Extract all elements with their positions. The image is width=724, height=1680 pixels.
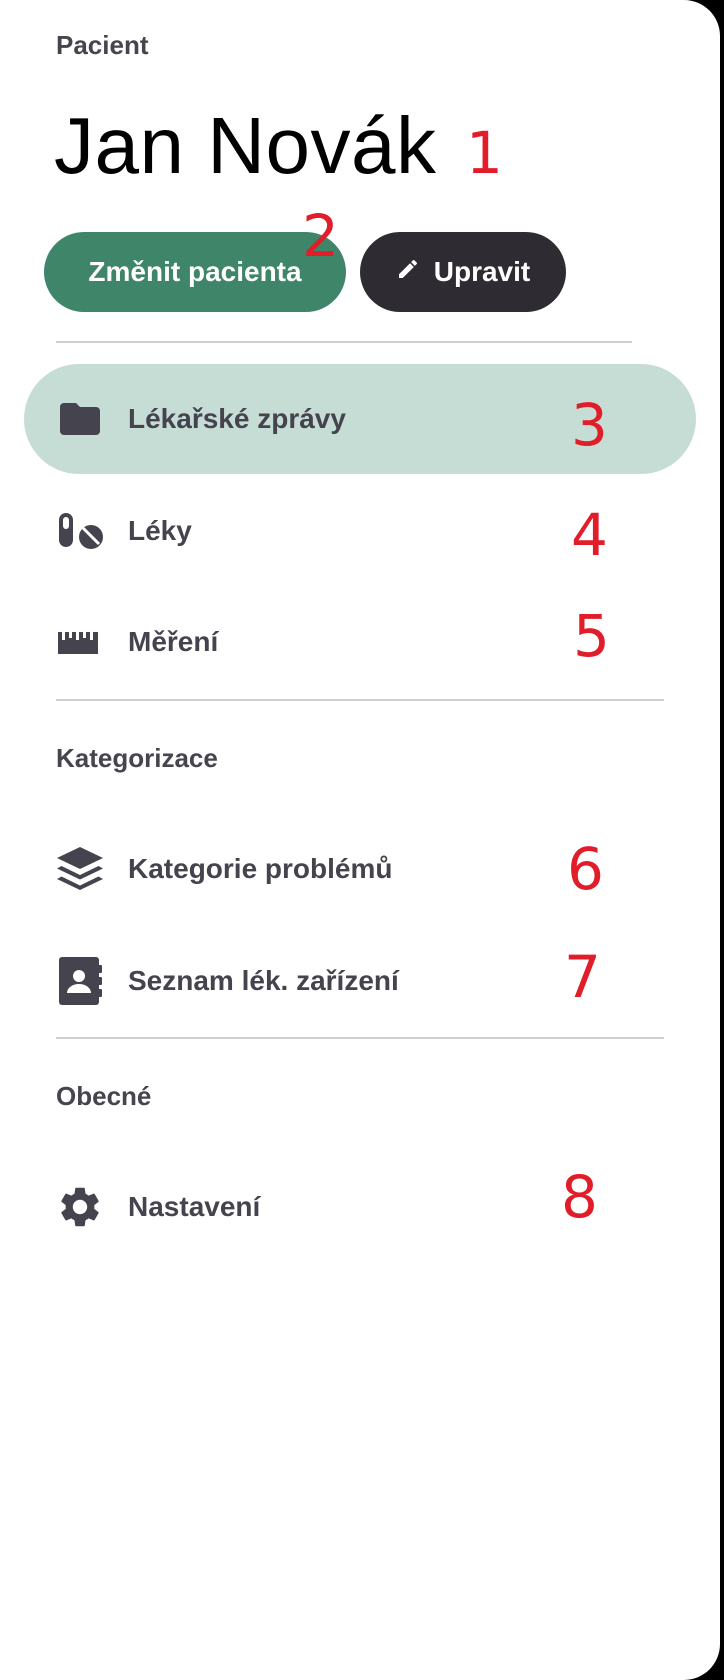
annotation-marker-8: 8 xyxy=(561,1163,598,1231)
pills-icon xyxy=(56,507,104,555)
nav-item-label: Léky xyxy=(128,515,192,546)
pencil-icon xyxy=(396,256,420,288)
divider xyxy=(56,341,632,343)
divider xyxy=(56,1037,664,1039)
layers-icon xyxy=(56,845,104,893)
annotation-marker-5: 5 xyxy=(573,602,610,670)
section-label-patient: Pacient xyxy=(56,30,149,60)
patient-name: Jan Novák xyxy=(54,101,437,190)
gear-icon xyxy=(56,1183,104,1231)
nav-item-label: Měření xyxy=(128,626,219,657)
navigation-drawer: Pacient Jan Novák Změnit pacienta Upravi… xyxy=(0,0,720,1680)
folder-icon xyxy=(56,395,104,443)
divider xyxy=(56,699,664,701)
annotation-marker-1: 1 xyxy=(466,119,503,187)
nav-item-label: Kategorie problémů xyxy=(128,853,393,884)
nav-item-label: Seznam lék. zařízení xyxy=(128,965,399,996)
ruler-icon xyxy=(56,618,104,666)
change-patient-label: Změnit pacienta xyxy=(88,256,302,287)
nav-item-label: Nastavení xyxy=(128,1191,261,1222)
section-label-general: Obecné xyxy=(56,1081,152,1111)
annotation-marker-7: 7 xyxy=(564,943,601,1011)
change-patient-button[interactable]: Změnit pacienta xyxy=(44,232,346,312)
contact-book-icon xyxy=(56,957,104,1005)
edit-label: Upravit xyxy=(433,256,531,287)
nav-item-label: Lékařské zprávy xyxy=(128,403,346,434)
annotation-marker-4: 4 xyxy=(571,501,608,569)
annotation-marker-3: 3 xyxy=(571,391,608,459)
annotation-marker-2: 2 xyxy=(302,202,339,270)
annotation-marker-6: 6 xyxy=(567,835,604,903)
section-label-categorization: Kategorizace xyxy=(56,743,218,773)
edit-button[interactable]: Upravit xyxy=(360,232,566,312)
